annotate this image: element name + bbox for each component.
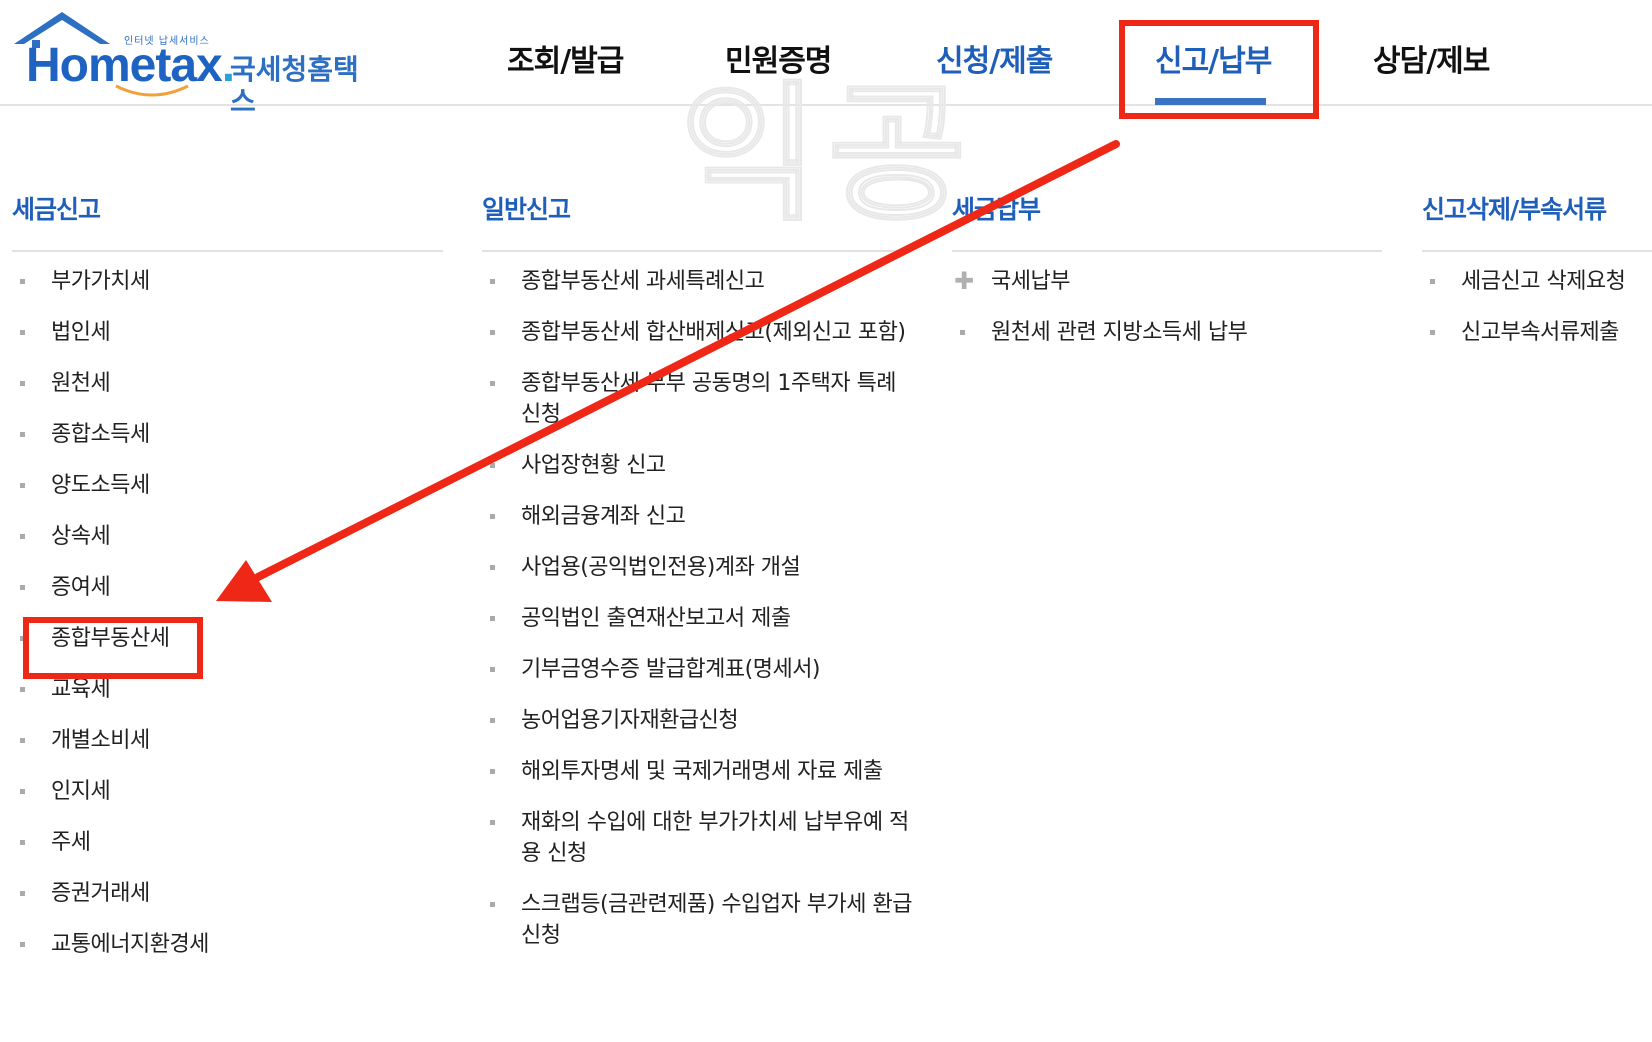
list-item[interactable]: 해외금융계좌 신고 (482, 501, 912, 532)
list-item[interactable]: 인지세 (12, 776, 111, 807)
list-item[interactable]: 신고부속서류제출 (1422, 317, 1652, 348)
bullet-icon (20, 432, 25, 437)
list-item[interactable]: 개별소비세 (12, 725, 150, 756)
column-general-report: 일반신고 종합부동산세 과세특례신고 종합부동산세 합산배제신고(제외신고 포함… (482, 190, 912, 948)
bullet-icon (1430, 330, 1435, 335)
list-item[interactable]: 사업용(공익법인전용)계좌 개설 (482, 552, 912, 583)
list-item[interactable]: 법인세 (12, 317, 111, 348)
bullet-icon (20, 636, 25, 641)
list-item[interactable]: 농어업용기자재환급신청 (482, 705, 912, 736)
bullet-icon (490, 820, 495, 825)
bullet-icon (490, 514, 495, 519)
bullet-icon (20, 789, 25, 794)
list-item[interactable]: 주세 (12, 827, 91, 858)
bullet-icon (490, 463, 495, 468)
bullet-icon (490, 667, 495, 672)
column-title-report-deletion-attachments: 신고삭제/부속서류 (1422, 190, 1652, 252)
plus-icon: ✚ (954, 267, 974, 295)
bullet-icon (20, 483, 25, 488)
bullet-icon (20, 279, 25, 284)
list-item[interactable]: 재화의 수입에 대한 부가가치세 납부유예 적용 신청 (482, 807, 912, 869)
column-tax-report: 세금신고 부가가치세 법인세 원천세 종합소득세 양도소득세 상속세 증여세 종… (12, 190, 443, 957)
bullet-icon (490, 565, 495, 570)
bullet-icon (490, 769, 495, 774)
bullet-icon (20, 891, 25, 896)
list-item[interactable]: 세금신고 삭제요청 (1422, 266, 1652, 297)
column-title-tax-report: 세금신고 (12, 190, 443, 252)
list-item[interactable]: 교육세 (12, 674, 111, 705)
logo-korean-name: 국세청홈택스 (230, 53, 359, 118)
bullet-icon (490, 330, 495, 335)
nav-item-application-submission[interactable]: 신청/제출 (936, 36, 1053, 80)
hometax-logo[interactable]: 인터넷 납세서비스 Hometax. 국세청홈택스 (12, 10, 372, 118)
bullet-icon (20, 585, 25, 590)
list-item[interactable]: 종합부동산세 합산배제신고(제외신고 포함) (482, 317, 912, 348)
list-item[interactable]: 교통에너지환경세 (12, 929, 209, 960)
bullet-icon (960, 330, 965, 335)
list-item[interactable]: 기부금영수증 발급합계표(명세서) (482, 654, 912, 685)
list-item[interactable]: 스크랩등(금관련제품) 수입업자 부가세 환급신청 (482, 889, 912, 951)
list-item[interactable]: 증권거래세 (12, 878, 150, 909)
list-item[interactable]: ✚ 국세납부 (952, 266, 1382, 297)
bullet-icon (20, 738, 25, 743)
column-tax-payment: 세금납부 ✚ 국세납부 원천세 관련 지방소득세 납부 (952, 190, 1382, 345)
bullet-icon (20, 840, 25, 845)
bullet-icon (20, 942, 25, 947)
bullet-icon (20, 330, 25, 335)
bullet-icon (490, 279, 495, 284)
list-item[interactable]: 부가가치세 (12, 266, 150, 297)
bullet-icon (20, 534, 25, 539)
list-item-comprehensive-real-estate-tax[interactable]: 종합부동산세 (12, 623, 170, 654)
list-item[interactable]: 사업장현황 신고 (482, 450, 912, 481)
nav-item-report-payment[interactable]: 신고/납부 (1155, 36, 1272, 80)
nav-item-civil-certificate[interactable]: 민원증명 (725, 36, 832, 80)
bullet-icon (1430, 279, 1435, 284)
column-title-tax-payment: 세금납부 (952, 190, 1382, 252)
bullet-icon (490, 616, 495, 621)
bullet-icon (490, 381, 495, 386)
nav-item-inquiry-issuance[interactable]: 조회/발급 (507, 36, 624, 80)
list-item[interactable]: 종합소득세 (12, 419, 150, 450)
top-header: 인터넷 납세서비스 Hometax. 국세청홈택스 조회/발급 민원증명 신청/… (0, 0, 1652, 118)
list-item[interactable]: 증여세 (12, 572, 111, 603)
list-item[interactable]: 해외투자명세 및 국제거래명세 자료 제출 (482, 756, 912, 787)
list-item[interactable]: 공익법인 출연재산보고서 제출 (482, 603, 912, 634)
nav-item-consult-report[interactable]: 상담/제보 (1373, 36, 1490, 80)
list-item[interactable]: 상속세 (12, 521, 111, 552)
list-item[interactable]: 양도소득세 (12, 470, 150, 501)
arrow-head (216, 560, 272, 602)
nav-active-underline (1155, 98, 1266, 105)
list-item[interactable]: 종합부동산세 과세특례신고 (482, 266, 912, 297)
column-title-general-report: 일반신고 (482, 190, 912, 252)
list-item[interactable]: 종합부동산세 부부 공동명의 1주택자 특례 신청 (482, 368, 912, 430)
bullet-icon (490, 902, 495, 907)
list-item[interactable]: 원천세 (12, 368, 111, 399)
bullet-icon (490, 718, 495, 723)
logo-swoosh-icon (115, 84, 189, 97)
column-report-deletion-attachments: 신고삭제/부속서류 세금신고 삭제요청 신고부속서류제출 (1422, 190, 1652, 345)
bullet-icon (20, 381, 25, 386)
bullet-icon (20, 687, 25, 692)
list-item[interactable]: 원천세 관련 지방소득세 납부 (952, 317, 1382, 348)
